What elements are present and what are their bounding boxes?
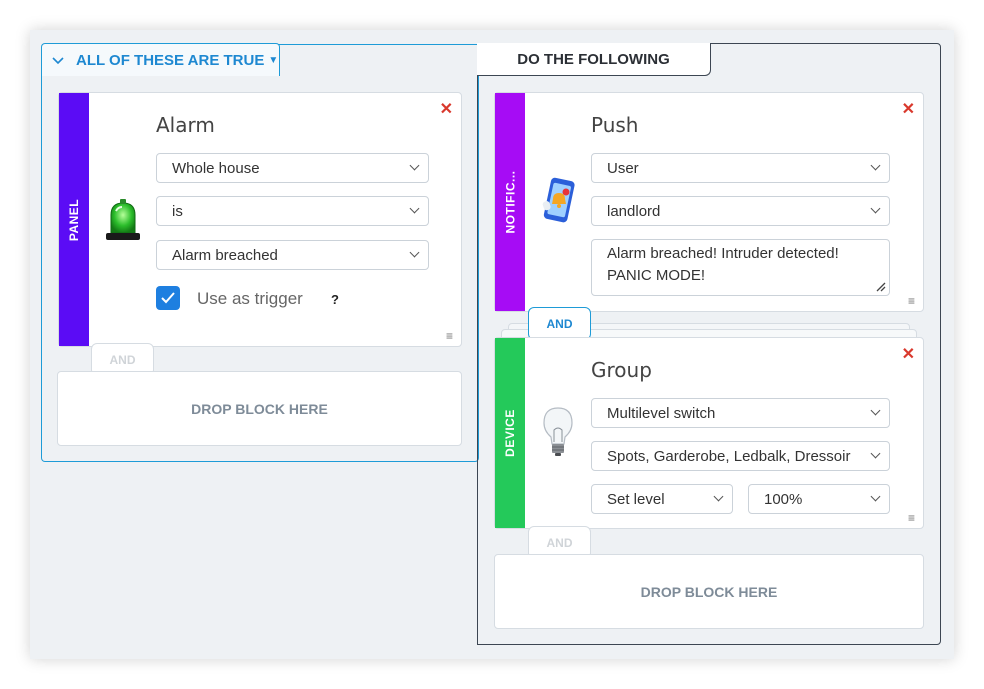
card-type-strip: DEVICE	[495, 338, 525, 528]
close-icon[interactable]: ✕	[440, 99, 453, 119]
drop-zone[interactable]: DROP BLOCK HERE	[57, 371, 462, 446]
drag-handle-icon[interactable]: ≡	[908, 512, 915, 524]
operator-select[interactable]: is	[156, 196, 429, 226]
phone-notification-icon	[539, 177, 579, 230]
use-as-trigger-checkbox[interactable]	[156, 286, 180, 310]
card-title: Group	[591, 358, 652, 382]
drag-handle-icon[interactable]: ≡	[908, 295, 915, 307]
zone-select[interactable]: Whole house	[156, 153, 429, 183]
and-connector[interactable]: AND	[528, 307, 591, 340]
card-type-strip: NOTIFIC...	[495, 93, 525, 311]
device-type-select[interactable]: Multilevel switch	[591, 398, 890, 428]
drop-zone[interactable]: DROP BLOCK HERE	[494, 554, 924, 629]
level-action-select[interactable]: Set level	[591, 484, 733, 514]
chevron-down-icon[interactable]	[52, 53, 68, 68]
resize-grip-icon[interactable]	[876, 282, 886, 292]
push-action-card[interactable]: NOTIFIC... Push ✕ User landlord Alarm br…	[494, 92, 924, 312]
conditions-header-label: ALL OF THESE ARE TRUE	[76, 51, 265, 69]
help-icon[interactable]: ?	[331, 292, 339, 307]
chevron-down-icon	[409, 203, 420, 214]
card-type-strip: PANEL	[59, 93, 89, 346]
state-select[interactable]: Alarm breached	[156, 240, 429, 270]
chevron-down-icon	[870, 491, 881, 502]
device-action-card[interactable]: DEVICE Group ✕ Multilevel switch Spots, …	[494, 337, 924, 529]
use-as-trigger-label: Use as trigger	[197, 289, 303, 308]
device-group-select[interactable]: Spots, Garderobe, Ledbalk, Dressoir	[591, 441, 890, 471]
recipient-type-select[interactable]: User	[591, 153, 890, 183]
chevron-down-icon	[870, 448, 881, 459]
checkmark-icon	[161, 292, 175, 304]
message-textarea[interactable]: Alarm breached! Intruder detected! PANIC…	[591, 239, 890, 296]
light-bulb-icon	[541, 406, 575, 463]
card-title: Push	[591, 113, 639, 137]
chevron-down-icon	[870, 203, 881, 214]
drag-handle-icon[interactable]: ≡	[446, 330, 453, 342]
siren-icon	[104, 197, 142, 246]
actions-header[interactable]: DO THE FOLLOWING	[477, 43, 711, 76]
recipient-select[interactable]: landlord	[591, 196, 890, 226]
chevron-down-icon	[713, 491, 724, 502]
chevron-down-icon	[409, 247, 420, 258]
conditions-header[interactable]: ALL OF THESE ARE TRUE ▼	[41, 43, 280, 76]
card-title: Alarm	[156, 113, 215, 137]
close-icon[interactable]: ✕	[902, 344, 915, 364]
chevron-down-icon	[409, 160, 420, 171]
caret-down-icon[interactable]: ▼	[268, 55, 278, 66]
chevron-down-icon	[870, 160, 881, 171]
level-value-select[interactable]: 100%	[748, 484, 890, 514]
chevron-down-icon	[870, 405, 881, 416]
close-icon[interactable]: ✕	[902, 99, 915, 119]
alarm-condition-card[interactable]: PANEL Alarm ✕ Whole house is Alarm breac…	[58, 92, 462, 347]
